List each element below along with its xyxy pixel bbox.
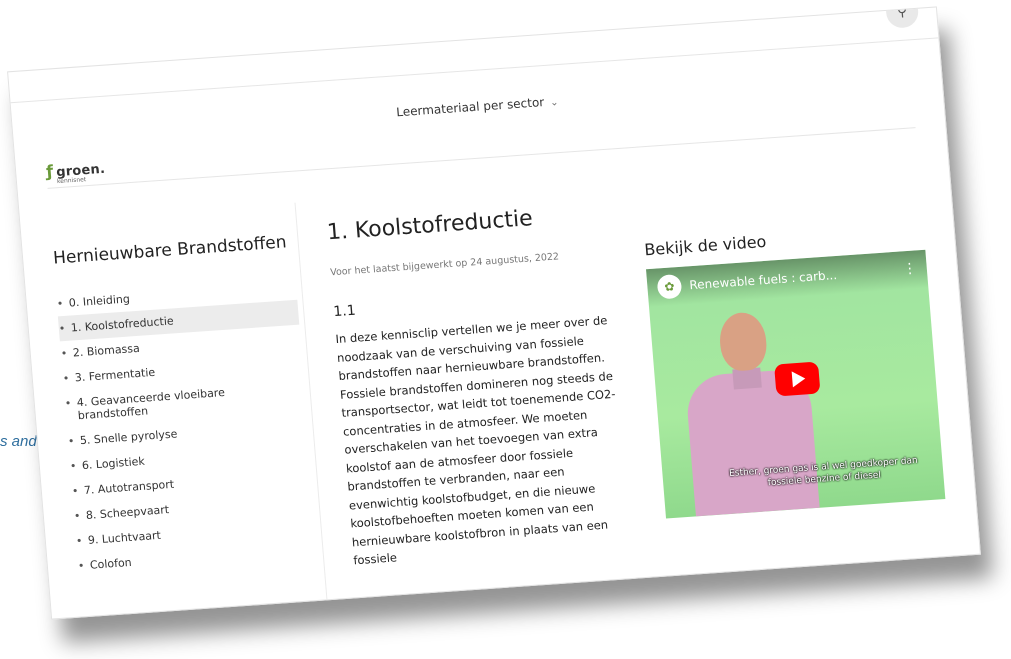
video-section: Bekijk de video ✿ Renewable fuels : carb… xyxy=(644,221,946,519)
page-title: 1. Koolstofreductie xyxy=(326,206,534,246)
sidebar: Hernieuwbare Brandstoffen 0. Inleiding 1… xyxy=(52,231,318,579)
body-paragraph: In deze kennisclip vertellen we je meer … xyxy=(335,313,616,568)
presenter-head xyxy=(717,311,769,373)
background-partial-text: s and xyxy=(0,433,37,450)
play-button[interactable] xyxy=(774,361,821,397)
play-icon xyxy=(791,370,806,388)
header-divider xyxy=(10,37,939,104)
channel-avatar-icon[interactable]: ✿ xyxy=(656,273,683,300)
search-icon[interactable]: ⚲ xyxy=(884,6,920,29)
last-updated: Voor het laatst bijgewerkt op 24 augustu… xyxy=(329,251,560,279)
video-player[interactable]: ✿ Renewable fuels : carb... ⋮ Esther, gr… xyxy=(645,249,946,519)
sidebar-list: 0. Inleiding 1. Koolstofreductie 2. Biom… xyxy=(56,275,319,579)
main-content: 1. Koolstofreductie Voor het laatst bijg… xyxy=(326,200,645,585)
video-topbar: ✿ Renewable fuels : carb... xyxy=(645,249,929,308)
video-title[interactable]: Renewable fuels : carb... xyxy=(689,268,838,292)
more-options-icon[interactable]: ⋮ xyxy=(902,260,917,277)
logo-divider xyxy=(47,127,916,189)
presenter-collar xyxy=(732,367,762,390)
leaf-icon: ƒ xyxy=(45,161,54,181)
chevron-down-icon[interactable]: ⌄ xyxy=(550,97,559,109)
logo[interactable]: ƒ groen. kennisnet xyxy=(45,158,106,186)
website-screenshot-card: ⚲ Leermateriaal per sector ⌄ ƒ groen. ken… xyxy=(7,6,981,620)
nav-label[interactable]: Leermateriaal per sector xyxy=(396,95,545,119)
sidebar-title: Hernieuwbare Brandstoffen xyxy=(52,232,288,269)
